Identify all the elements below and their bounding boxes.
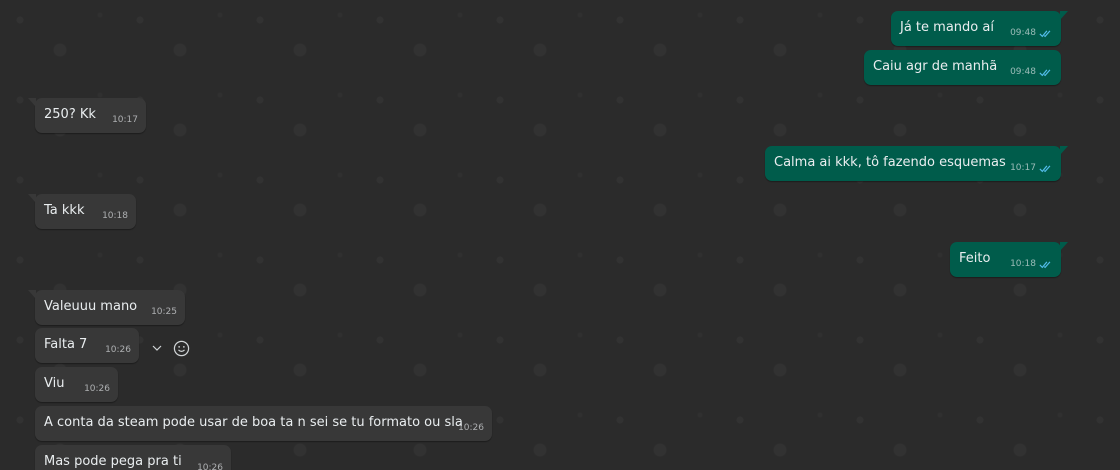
message-outgoing[interactable]: Caiu agr de manhã 09:48 [864,50,1061,85]
message-text: A conta da steam pode usar de boa ta n s… [44,415,463,430]
message-meta: 10:17 [112,112,138,129]
message-outgoing[interactable]: Calma ai kkk, tô fazendo esquemas 10:17 [765,146,1068,181]
message-meta: 10:26 [84,381,110,398]
message-text: Mas pode pega pra ti [44,454,182,469]
emoji-smile-icon[interactable] [170,337,192,359]
message-outgoing[interactable]: Feito 10:18 [950,242,1068,277]
double-check-icon [1039,165,1051,173]
message-meta: 10:26 [458,420,484,437]
message-meta: 09:48 [1010,64,1053,81]
message-meta: 10:26 [105,342,131,359]
message-time: 10:26 [105,345,131,355]
message-outgoing[interactable]: Já te mando aí 09:48 [891,11,1068,46]
message-incoming[interactable]: Ta kkk 10:18 [28,194,136,229]
message-text: Viu [44,376,65,391]
message-text: Caiu agr de manhã [873,59,998,74]
message-text: Falta 7 [44,337,88,352]
message-text: Feito [959,251,991,266]
message-meta: 10:26 [197,460,223,470]
message-time: 10:17 [1010,163,1036,173]
message-text: Valeuuu mano [44,299,138,314]
message-incoming[interactable]: Mas pode pega pra ti 10:26 [35,445,231,470]
message-incoming[interactable]: Falta 7 10:26 [35,328,139,363]
message-text: 250? Kk [44,107,96,122]
message-incoming[interactable]: Viu 10:26 [35,367,118,402]
message-hover-tools [146,337,192,359]
message-meta: 10:17 [1010,160,1053,177]
message-time: 09:48 [1010,28,1036,38]
double-check-icon [1039,261,1051,269]
message-time: 10:26 [197,463,223,470]
message-time: 10:17 [112,115,138,125]
message-meta: 10:18 [1010,256,1053,273]
message-time: 10:18 [102,211,128,221]
message-time: 10:26 [458,423,484,433]
message-time: 10:26 [84,384,110,394]
double-check-icon [1039,30,1051,38]
double-check-icon [1039,69,1051,77]
message-meta: 10:25 [151,304,177,321]
message-text: Já te mando aí [900,20,994,35]
message-meta: 10:18 [102,208,128,225]
message-incoming[interactable]: Valeuuu mano 10:25 [28,290,185,325]
message-meta: 09:48 [1010,25,1053,42]
chat-message-area[interactable]: Já te mando aí 09:48 Caiu agr de manhã 0… [0,0,1120,470]
message-incoming[interactable]: A conta da steam pode usar de boa ta n s… [35,406,492,441]
message-time: 10:18 [1010,259,1036,269]
message-time: 10:25 [151,307,177,317]
message-time: 09:48 [1010,67,1036,77]
chevron-down-icon[interactable] [146,337,168,359]
message-text: Ta kkk [44,203,85,218]
message-text: Calma ai kkk, tô fazendo esquemas [774,155,1006,170]
message-incoming[interactable]: 250? Kk 10:17 [28,98,146,133]
